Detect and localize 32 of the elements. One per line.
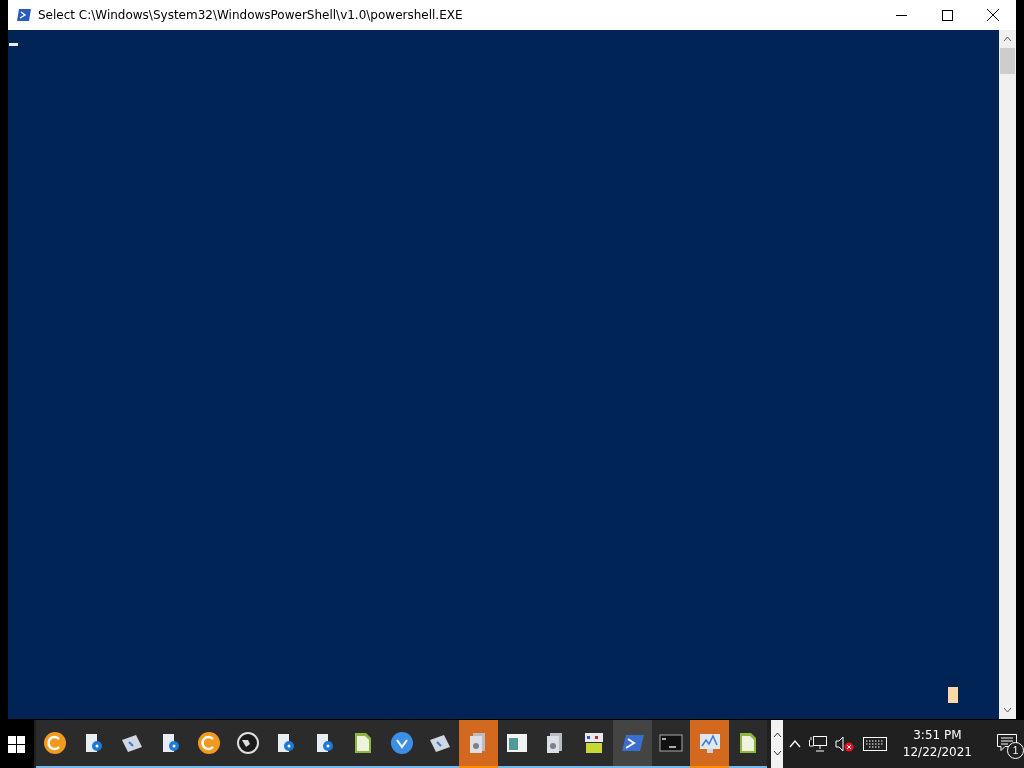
- clock-time: 3:51 PM: [913, 727, 962, 744]
- terminal-icon: [659, 731, 684, 755]
- notification-count: 1: [1007, 742, 1024, 759]
- maximize-icon: [941, 9, 953, 21]
- windows-logo-icon: [8, 735, 26, 753]
- window-icon: [505, 731, 530, 755]
- scroll-down-icon: [772, 750, 782, 756]
- clock-date: 12/22/2021: [902, 744, 972, 761]
- clock[interactable]: 3:51 PM 12/22/2021: [898, 727, 976, 761]
- selection-cursor: [948, 687, 958, 703]
- close-icon: [987, 9, 999, 21]
- prompt-icon: [16, 7, 32, 23]
- keyboard-icon[interactable]: [862, 737, 887, 751]
- text-cursor: [9, 43, 18, 46]
- window-title: Select C:\Windows\System32\WindowsPowerShell\v1.0\powershell.EXE: [38, 8, 463, 22]
- notification-button[interactable]: 1: [990, 729, 1024, 759]
- scrollbar[interactable]: [999, 30, 1016, 719]
- taskbar-scroller[interactable]: [771, 720, 783, 768]
- chart-icon: [697, 731, 722, 755]
- circle-c-icon: [43, 731, 68, 755]
- scroll-up-icon: [772, 732, 782, 738]
- globe-icon: [235, 731, 260, 755]
- chevron-up-icon[interactable]: [788, 740, 801, 748]
- muted-speaker-icon[interactable]: [834, 736, 855, 752]
- round-badge-icon: [389, 731, 414, 755]
- message-icon: [997, 733, 1017, 752]
- scroll-down-icon[interactable]: [1003, 707, 1012, 713]
- circle-c-icon: [197, 731, 222, 755]
- network-icon[interactable]: [808, 736, 827, 752]
- scroll-up-icon[interactable]: [1003, 36, 1012, 42]
- start-button[interactable]: [0, 720, 34, 768]
- scroll-thumb[interactable]: [1000, 48, 1015, 74]
